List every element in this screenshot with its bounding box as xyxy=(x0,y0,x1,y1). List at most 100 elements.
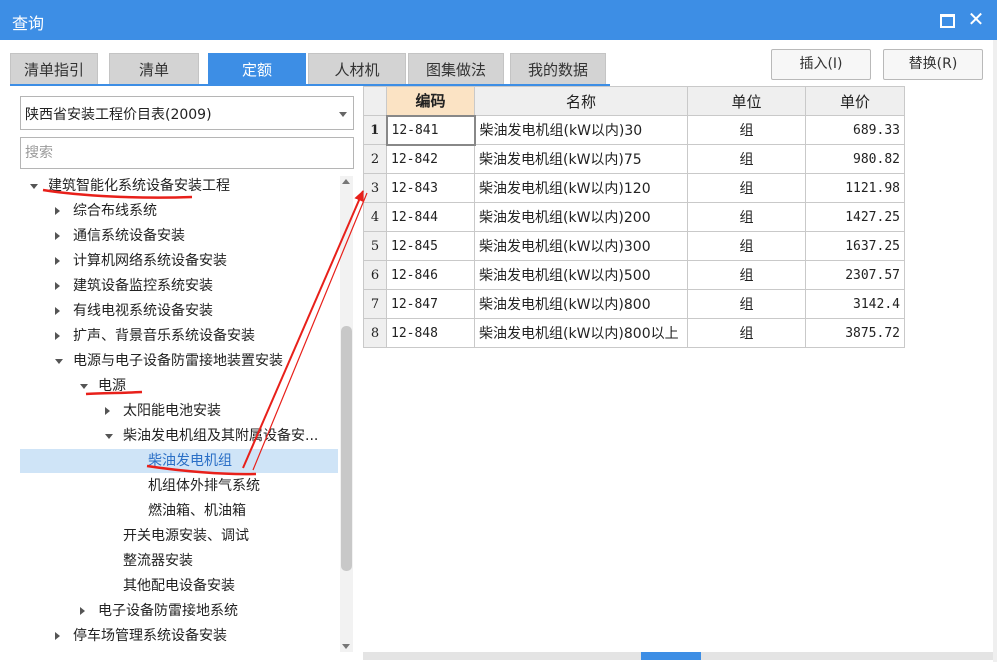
table-horizontal-scrollbar[interactable] xyxy=(363,652,995,660)
scroll-down-icon[interactable] xyxy=(342,644,350,649)
collapsed-triangle-icon[interactable] xyxy=(55,632,60,640)
close-icon[interactable]: ✕ xyxy=(965,8,987,30)
tree-node-label: 扩声、背景音乐系统设备安装 xyxy=(73,328,255,344)
row-number: 3 xyxy=(363,173,387,203)
tree-node-label: 燃油箱、机油箱 xyxy=(148,503,246,519)
code-cell: 12-842 xyxy=(386,144,475,174)
tree-node[interactable]: 其他配电设备安装 xyxy=(20,574,338,598)
tree-node-label: 电子设备防雷接地系统 xyxy=(98,603,238,619)
tab-quota[interactable]: 定额 xyxy=(208,53,306,85)
replace-button[interactable]: 替换(R) xyxy=(883,49,983,80)
tree-node-label: 柴油发电机组及其附属设备安... xyxy=(123,428,319,444)
library-select-value: 陕西省安装工程价目表(2009) xyxy=(25,107,212,123)
scroll-thumb[interactable] xyxy=(341,326,352,571)
table-row[interactable]: 3 12-843 柴油发电机组(kW以内)120 组 1121.98 xyxy=(363,173,905,203)
collapsed-triangle-icon[interactable] xyxy=(105,407,110,415)
price-cell: 3875.72 xyxy=(805,318,905,348)
price-cell: 1637.25 xyxy=(805,231,905,261)
tree-node-label: 电源与电子设备防雷接地装置安装 xyxy=(73,353,283,369)
price-cell: 689.33 xyxy=(805,115,905,145)
library-select[interactable]: 陕西省安装工程价目表(2009) xyxy=(20,96,354,130)
code-cell: 12-844 xyxy=(386,202,475,232)
name-cell: 柴油发电机组(kW以内)500 xyxy=(474,260,688,290)
tree-node[interactable]: 柴油发电机组 xyxy=(20,449,338,473)
row-number: 5 xyxy=(363,231,387,261)
scroll-grip[interactable] xyxy=(641,652,701,660)
price-cell: 1121.98 xyxy=(805,173,905,203)
tree-scrollbar[interactable] xyxy=(340,176,353,652)
tree-node[interactable]: 燃油箱、机油箱 xyxy=(20,499,338,523)
quota-table-area: 编码 名称 单位 单价 1 12-841 柴油发电机组(kW以内)30 组 689.33… xyxy=(363,86,993,656)
column-header-name[interactable]: 名称 xyxy=(474,86,688,116)
tree-node[interactable]: 通信系统设备安装 xyxy=(20,224,338,248)
insert-button[interactable]: 插入(I) xyxy=(771,49,871,80)
row-number: 1 xyxy=(363,115,387,145)
row-number: 8 xyxy=(363,318,387,348)
collapsed-triangle-icon[interactable] xyxy=(55,307,60,315)
expanded-triangle-icon[interactable] xyxy=(80,384,88,389)
tab-labor-material-machine[interactable]: 人材机 xyxy=(308,53,406,85)
tree-node[interactable]: 电源与电子设备防雷接地装置安装 xyxy=(20,349,338,373)
title-bar: 查询 ✕ xyxy=(0,0,997,40)
tree-node-label: 开关电源安装、调试 xyxy=(123,528,249,544)
collapsed-triangle-icon[interactable] xyxy=(55,332,60,340)
tab-list[interactable]: 清单 xyxy=(109,53,199,85)
tree-node[interactable]: 建筑智能化系统设备安装工程 xyxy=(20,174,338,198)
tab-atlas-method[interactable]: 图集做法 xyxy=(408,53,504,85)
column-header-unit[interactable]: 单位 xyxy=(687,86,806,116)
scroll-up-icon[interactable] xyxy=(342,179,350,184)
price-cell: 2307.57 xyxy=(805,260,905,290)
table-header-row: 编码 名称 单位 单价 xyxy=(363,86,905,116)
tab-list-guide[interactable]: 清单指引 xyxy=(10,53,98,85)
table-row[interactable]: 1 12-841 柴油发电机组(kW以内)30 组 689.33 xyxy=(363,114,905,146)
collapsed-triangle-icon[interactable] xyxy=(55,257,60,265)
tree-node-label: 机组体外排气系统 xyxy=(148,478,260,494)
table-row[interactable]: 8 12-848 柴油发电机组(kW以内)800以上组 3875.72 xyxy=(363,318,905,348)
tree-node[interactable]: 停车场管理系统设备安装 xyxy=(20,624,338,648)
code-cell: 12-841 xyxy=(385,114,476,146)
tree-node-label: 太阳能电池安装 xyxy=(123,403,221,419)
collapsed-triangle-icon[interactable] xyxy=(55,282,60,290)
name-cell: 柴油发电机组(kW以内)75 xyxy=(474,144,688,174)
tree-node[interactable]: 柴油发电机组及其附属设备安... xyxy=(20,424,338,448)
collapsed-triangle-icon[interactable] xyxy=(55,207,60,215)
tree-node[interactable]: 机组体外排气系统 xyxy=(20,474,338,498)
tree-node-label: 其他配电设备安装 xyxy=(123,578,235,594)
tab-my-data[interactable]: 我的数据 xyxy=(510,53,606,85)
tree-node[interactable]: 计算机网络系统设备安装 xyxy=(20,249,338,273)
table-row[interactable]: 2 12-842 柴油发电机组(kW以内)75 组 980.82 xyxy=(363,144,905,174)
table-row[interactable]: 4 12-844 柴油发电机组(kW以内)200 组 1427.25 xyxy=(363,202,905,232)
code-cell: 12-843 xyxy=(386,173,475,203)
collapsed-triangle-icon[interactable] xyxy=(55,232,60,240)
expanded-triangle-icon[interactable] xyxy=(105,434,113,439)
table-row[interactable]: 6 12-846 柴油发电机组(kW以内)500 组 2307.57 xyxy=(363,260,905,290)
table-row[interactable]: 7 12-847 柴油发电机组(kW以内)800 组 3142.4 xyxy=(363,289,905,319)
tree-node-label: 整流器安装 xyxy=(123,553,193,569)
tree-node[interactable]: 开关电源安装、调试 xyxy=(20,524,338,548)
table-row[interactable]: 5 12-845 柴油发电机组(kW以内)300 组 1637.25 xyxy=(363,231,905,261)
name-cell: 柴油发电机组(kW以内)800以上 xyxy=(474,318,688,348)
tree-node[interactable]: 电源 xyxy=(20,374,338,398)
collapsed-triangle-icon[interactable] xyxy=(80,607,85,615)
tree-node[interactable]: 整流器安装 xyxy=(20,549,338,573)
unit-cell: 组 xyxy=(687,260,806,290)
maximize-icon[interactable] xyxy=(935,8,957,30)
tree-node[interactable]: 建筑设备监控系统安装 xyxy=(20,274,338,298)
row-number-header xyxy=(363,86,387,116)
search-input[interactable] xyxy=(20,137,354,169)
tree-node[interactable]: 有线电视系统设备安装 xyxy=(20,299,338,323)
row-number: 7 xyxy=(363,289,387,319)
column-header-code[interactable]: 编码 xyxy=(386,86,475,116)
tree-node-label: 有线电视系统设备安装 xyxy=(73,303,213,319)
tree-node-label: 建筑智能化系统设备安装工程 xyxy=(48,178,230,194)
expanded-triangle-icon[interactable] xyxy=(55,359,63,364)
expanded-triangle-icon[interactable] xyxy=(30,184,38,189)
unit-cell: 组 xyxy=(687,173,806,203)
tree-node[interactable]: 太阳能电池安装 xyxy=(20,399,338,423)
tree-node[interactable]: 扩声、背景音乐系统设备安装 xyxy=(20,324,338,348)
tree-node[interactable]: 综合布线系统 xyxy=(20,199,338,223)
tree-node[interactable]: 电子设备防雷接地系统 xyxy=(20,599,338,623)
column-header-price[interactable]: 单价 xyxy=(805,86,905,116)
quota-table: 编码 名称 单位 单价 1 12-841 柴油发电机组(kW以内)30 组 689.33… xyxy=(363,86,905,348)
unit-cell: 组 xyxy=(687,202,806,232)
